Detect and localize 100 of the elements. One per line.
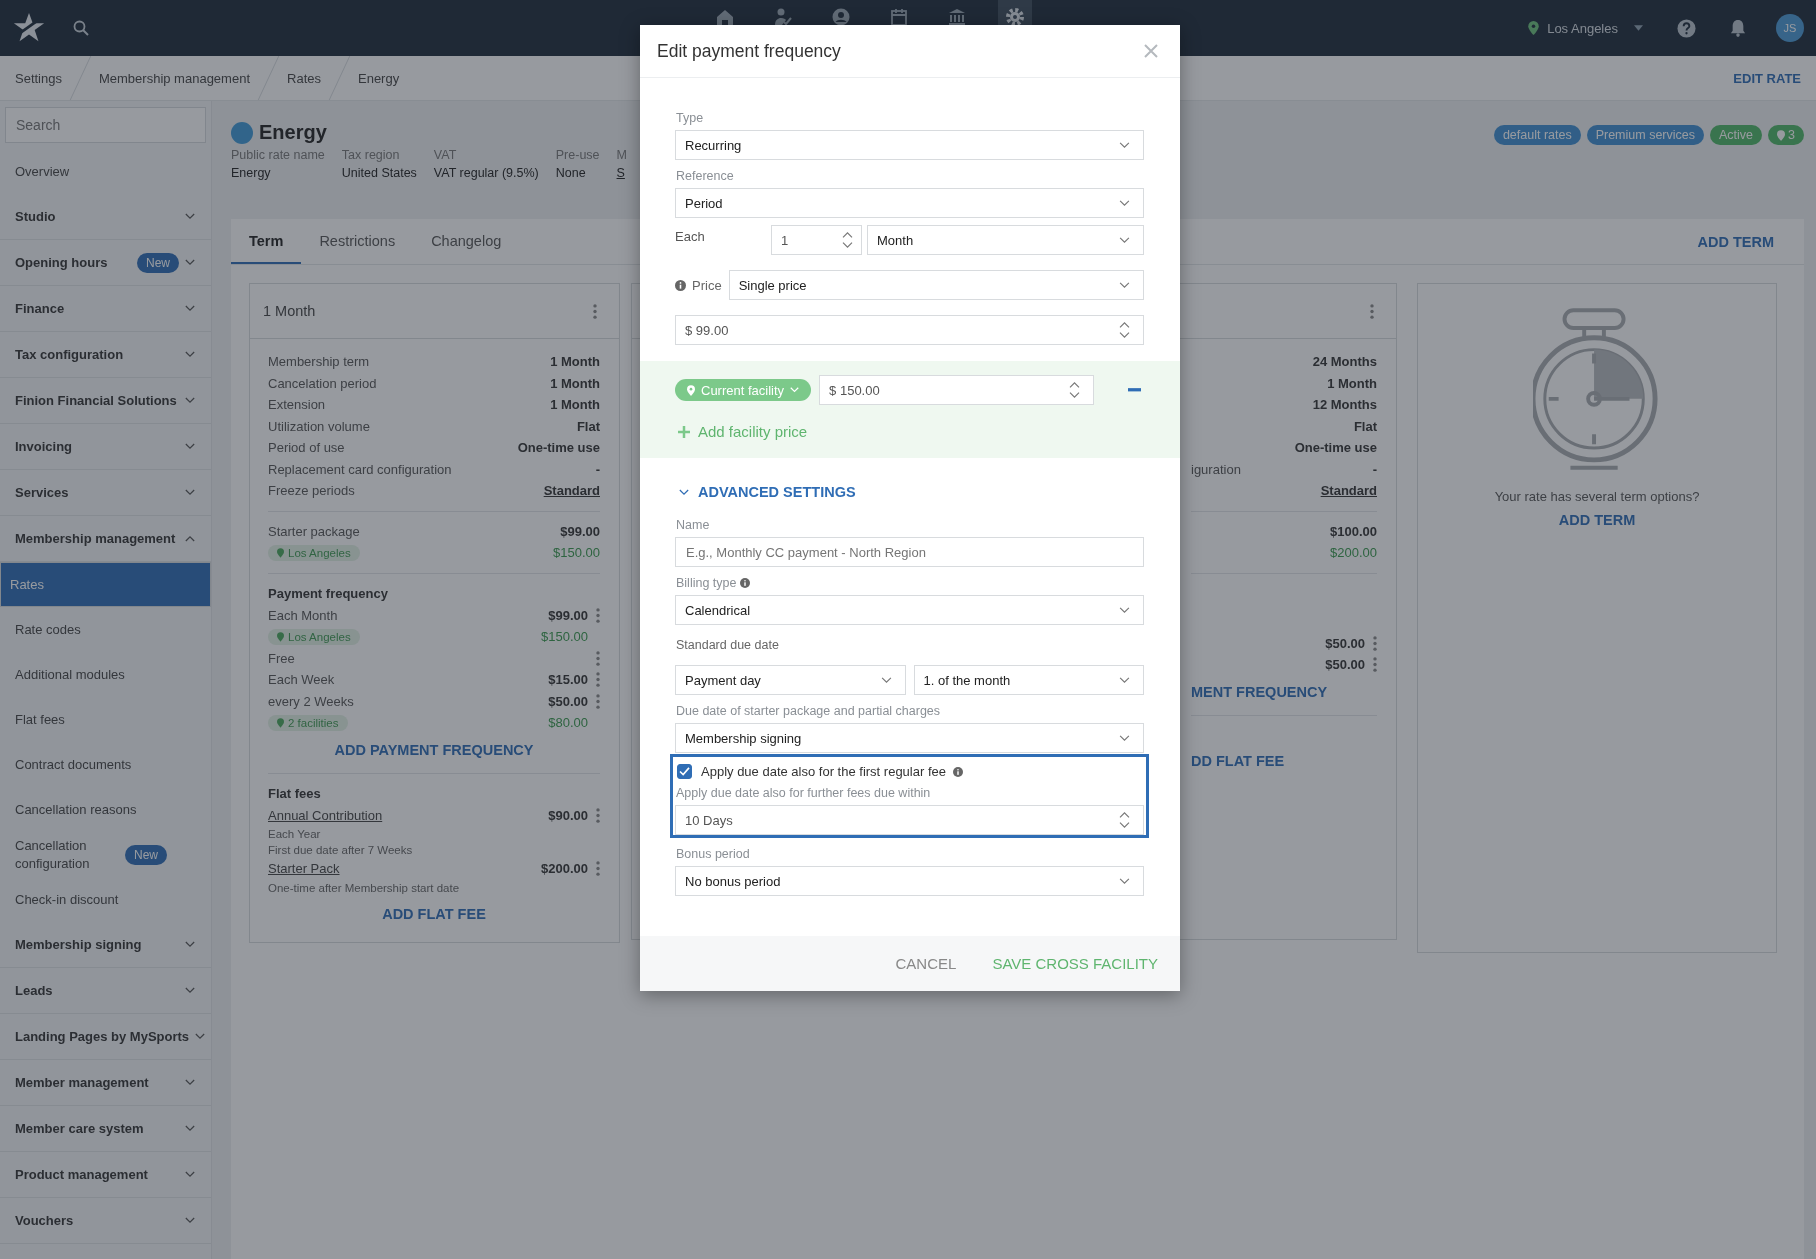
day-of-month-select[interactable]: 1. of the month: [913, 665, 1144, 695]
tab[interactable]: Changelog: [413, 219, 520, 264]
info-icon[interactable]: [675, 279, 686, 291]
name-field[interactable]: E.g., Monthly CC payment - North Region: [675, 537, 1144, 567]
detail-value: -: [1372, 461, 1377, 477]
sidebar-group[interactable]: Member management: [0, 1060, 211, 1106]
breadcrumb-link[interactable]: Rates: [287, 70, 321, 86]
more-icon[interactable]: [596, 861, 600, 877]
stepper-icon[interactable]: [1069, 381, 1080, 399]
more-icon[interactable]: [596, 650, 600, 666]
more-icon[interactable]: [596, 807, 600, 823]
bell-icon[interactable]: [1730, 19, 1746, 37]
sidebar-group[interactable]: Member care system: [0, 1106, 211, 1152]
flat-fee-link[interactable]: Starter Pack: [268, 861, 533, 877]
sidebar-item[interactable]: Overview: [0, 149, 211, 194]
sidebar-group[interactable]: Membership signing: [0, 922, 211, 968]
more-icon[interactable]: [1373, 635, 1377, 651]
more-icon[interactable]: [1370, 303, 1374, 319]
add-facility-price-button[interactable]: Add facility price: [678, 423, 1144, 440]
plus-icon: [678, 425, 690, 438]
detail-value: 1 Month: [550, 354, 600, 370]
stepper-icon[interactable]: [1119, 811, 1130, 829]
search-icon[interactable]: [73, 20, 89, 36]
caret-icon[interactable]: [1634, 25, 1643, 31]
sidebar-group[interactable]: Landing Pages by MySports: [0, 1014, 211, 1060]
sidebar-item[interactable]: Cancellation configuration New: [0, 832, 211, 877]
stepper-icon[interactable]: [1119, 321, 1130, 339]
bonus-period-select[interactable]: No bonus period: [675, 866, 1144, 896]
sidebar-group[interactable]: Vouchers: [0, 1198, 211, 1244]
tab[interactable]: Term: [231, 219, 302, 264]
sidebar-item[interactable]: Cancellation reasons: [0, 787, 211, 832]
sidebar-group[interactable]: Services: [0, 470, 211, 516]
chevron-down-icon: [185, 397, 195, 404]
add-flat-fee-link[interactable]: DD FLAT FEE: [1191, 724, 1377, 775]
days-spinner[interactable]: 10 Days: [675, 805, 1144, 835]
type-select[interactable]: Recurring: [675, 130, 1144, 160]
sidebar-group[interactable]: Finance: [0, 286, 211, 332]
new-badge: New: [137, 252, 179, 273]
breadcrumb-link[interactable]: Energy: [358, 70, 400, 86]
more-icon[interactable]: [596, 607, 600, 623]
sidebar-item[interactable]: Check-in discount: [0, 877, 211, 922]
sidebar-group[interactable]: Invoicing: [0, 424, 211, 470]
edit-rate-link[interactable]: EDIT RATE: [1733, 70, 1801, 86]
sidebar-item[interactable]: Rate codes: [0, 607, 211, 652]
reference-select[interactable]: Period: [675, 188, 1144, 218]
checkbox[interactable]: [677, 764, 692, 779]
facility-tag: Los Angeles: [268, 544, 360, 561]
add-term-link[interactable]: ADD TERM: [1697, 233, 1774, 250]
advanced-settings-toggle[interactable]: ADVANCED SETTINGS: [679, 484, 1144, 500]
price-type-select[interactable]: Single price: [728, 270, 1144, 300]
add-term-link[interactable]: ADD TERM: [1558, 504, 1636, 534]
sidebar-group[interactable]: Finion Financial Solutions: [0, 378, 211, 424]
location-selector[interactable]: Los Angeles: [1547, 20, 1618, 36]
sidebar-group[interactable]: Tax configuration: [0, 332, 211, 378]
location-pin-icon: [277, 717, 284, 728]
sidebar-group[interactable]: Leads: [0, 968, 211, 1014]
close-icon[interactable]: [1144, 44, 1158, 58]
due-day-select[interactable]: Payment day: [675, 665, 906, 695]
detail-value: Flat: [576, 418, 600, 434]
amount: $15.00: [548, 672, 588, 688]
sidebar-item[interactable]: Flat fees: [0, 697, 211, 742]
empty-state-text: Your rate has several term options?: [1494, 489, 1700, 504]
add-payment-frequency-link[interactable]: ADD PAYMENT FREQUENCY: [268, 733, 600, 764]
remove-icon[interactable]: [1128, 388, 1141, 392]
save-button[interactable]: SAVE CROSS FACILITY: [986, 951, 1164, 976]
sidebar-item[interactable]: Additional modules: [0, 652, 211, 697]
more-icon[interactable]: [596, 672, 600, 688]
billing-type-select[interactable]: Calendrical: [675, 595, 1144, 625]
search-field[interactable]: Search: [5, 107, 206, 143]
sidebar-group[interactable]: Studio: [0, 194, 211, 240]
detail-link[interactable]: Standard: [1320, 483, 1377, 499]
sidebar-group[interactable]: Product management: [0, 1152, 211, 1198]
more-icon[interactable]: [596, 693, 600, 709]
info-icon[interactable]: [740, 578, 751, 588]
sidebar-item[interactable]: Rates: [0, 562, 211, 607]
sidebar-item[interactable]: Contract documents: [0, 742, 211, 787]
detail-value: -: [595, 461, 600, 477]
price-field[interactable]: $ 99.00: [675, 315, 1144, 345]
flat-fee-link[interactable]: Annual Contribution: [268, 807, 541, 823]
sidebar-group[interactable]: Opening hours New: [0, 240, 211, 286]
detail-label: Replacement card configuration: [268, 461, 452, 477]
cancel-button[interactable]: CANCEL: [889, 951, 963, 976]
count-spinner[interactable]: 1: [771, 225, 862, 255]
help-icon[interactable]: [1677, 18, 1696, 38]
breadcrumb-link[interactable]: Settings: [15, 70, 62, 86]
more-icon[interactable]: [593, 303, 597, 319]
field-link[interactable]: S: [616, 166, 627, 180]
info-icon[interactable]: [953, 766, 963, 777]
stepper-icon[interactable]: [842, 231, 853, 249]
tab[interactable]: Restrictions: [301, 219, 414, 264]
breadcrumb-link[interactable]: Membership management: [99, 70, 250, 86]
facility-price-field[interactable]: $ 150.00: [819, 375, 1094, 405]
unit-select[interactable]: Month: [867, 225, 1144, 255]
more-icon[interactable]: [1373, 657, 1377, 673]
starter-due-select[interactable]: Membership signing: [675, 723, 1144, 753]
user-avatar[interactable]: JS: [1776, 14, 1804, 42]
detail-link[interactable]: Standard: [543, 483, 600, 499]
add-payment-frequency-link[interactable]: MENT FREQUENCY: [1191, 675, 1377, 706]
add-flat-fee-link[interactable]: ADD FLAT FEE: [268, 895, 600, 928]
chevron-down-icon: [880, 676, 892, 684]
